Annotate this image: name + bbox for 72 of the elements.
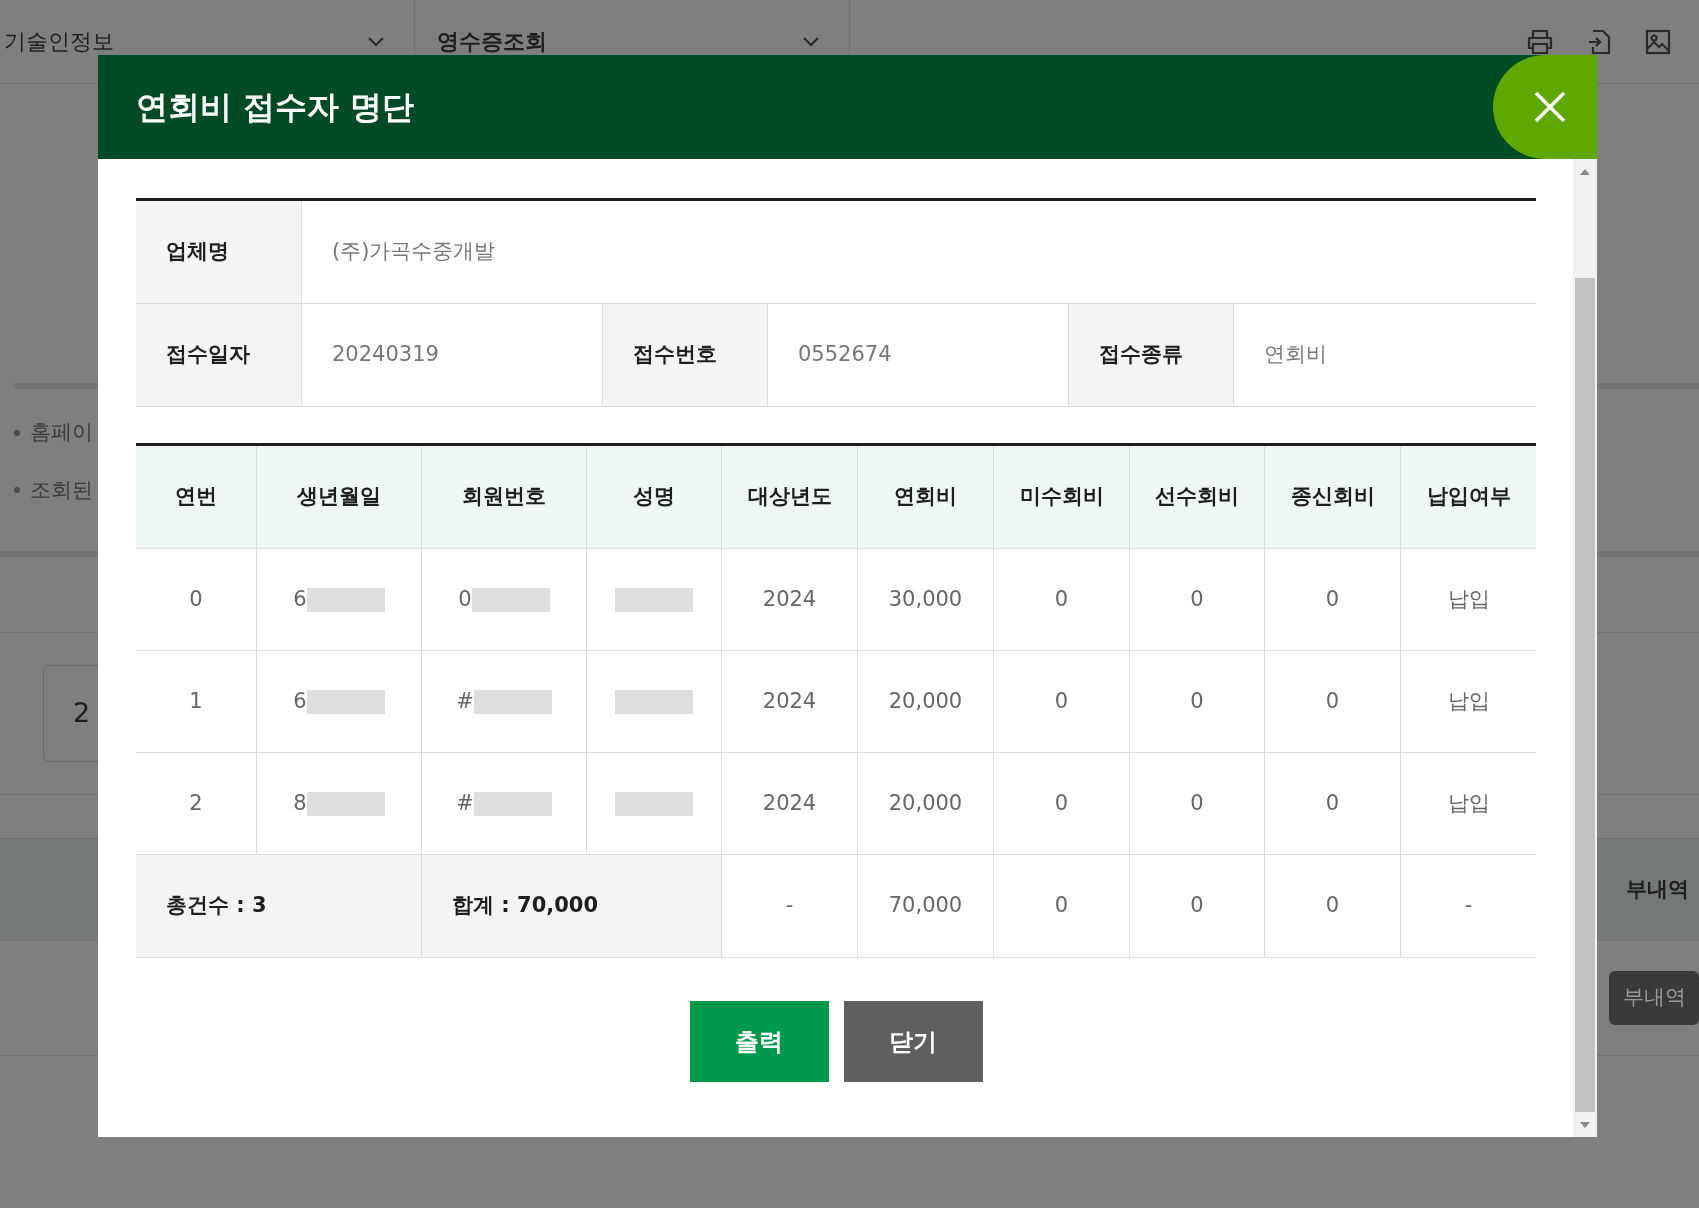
column-header: 생년월일	[256, 446, 421, 548]
table-cell: 2024	[721, 651, 857, 752]
column-header: 연회비	[857, 446, 993, 548]
chevron-down-icon	[803, 36, 819, 47]
column-header: 부내역	[1626, 875, 1689, 903]
table-cell: 합계 : 70,000	[421, 855, 721, 957]
table-cell: 0	[1129, 549, 1264, 650]
table-cell: 총건수 : 3	[136, 855, 421, 957]
scroll-down-icon[interactable]	[1580, 1122, 1590, 1128]
column-header: 대상년도	[721, 446, 857, 548]
table-cell: 30,000	[857, 549, 993, 650]
table-cell: 20,000	[857, 651, 993, 752]
note-text: 조회된	[30, 476, 93, 504]
table-cell: 납입	[1400, 549, 1536, 650]
table-cell: -	[721, 855, 857, 957]
field-value: (주)가곡수중개발	[331, 238, 497, 266]
document-icon[interactable]	[1587, 28, 1611, 55]
bullet-icon	[14, 429, 20, 436]
scroll-up-icon[interactable]	[1580, 169, 1590, 175]
field-value: 0552674	[797, 341, 893, 369]
field-value: 연회비	[1263, 341, 1328, 369]
table-cell: 0	[1264, 549, 1400, 650]
image-icon[interactable]	[1645, 28, 1671, 55]
table-cell: 납입	[1400, 753, 1536, 854]
table-cell-text: 0	[458, 585, 472, 613]
field-label: 접수종류	[1068, 304, 1234, 406]
close-button[interactable]: 닫기	[843, 1001, 983, 1082]
field-value: 20240319	[331, 341, 440, 369]
column-header: 성명	[586, 446, 721, 548]
table-cell: 0	[993, 855, 1129, 957]
table-cell: 70,000	[857, 855, 993, 957]
column-header: 미수회비	[993, 446, 1129, 548]
table-cell: 0	[1264, 855, 1400, 957]
column-header: 연번	[174, 483, 218, 511]
table-cell: 2024	[721, 549, 857, 650]
scrollbar[interactable]	[1573, 159, 1597, 1137]
chevron-down-icon	[368, 36, 384, 47]
column-header: 선수회비	[1129, 446, 1264, 548]
column-header: 회원번호	[421, 446, 586, 548]
table-cell: 0	[1264, 753, 1400, 854]
table-cell-text: 8	[293, 789, 307, 817]
table-cell: 0	[993, 753, 1129, 854]
button[interactable]: 부내역	[1609, 971, 1699, 1025]
table-cell: 0	[993, 549, 1129, 650]
table-cell: -	[1400, 855, 1536, 957]
table-cell: 0	[1129, 753, 1264, 854]
table-cell: 납입	[1400, 651, 1536, 752]
print-button[interactable]: 출력	[689, 1001, 829, 1082]
field-label: 접수번호	[602, 304, 768, 406]
field-label: 접수일자	[136, 304, 302, 406]
table-cell: 0	[993, 651, 1129, 752]
print-icon[interactable]	[1527, 28, 1553, 55]
modal-title: 연회비 접수자 명단	[136, 87, 415, 128]
column-header: 종신회비	[1264, 446, 1400, 548]
table-cell-text: 2	[188, 789, 204, 817]
table-cell: 20,000	[857, 753, 993, 854]
bullet-icon	[14, 487, 20, 494]
table-cell-text: 6	[293, 585, 307, 613]
table-cell-text: 0	[188, 585, 204, 613]
table-cell: 2024	[721, 753, 857, 854]
table-cell-text: #	[456, 687, 474, 715]
table-cell-text: 1	[188, 687, 204, 715]
column-header: 납입여부	[1400, 446, 1536, 548]
table-cell-text: #	[456, 789, 474, 817]
close-button[interactable]	[1493, 55, 1597, 159]
table-cell-text: 6	[293, 687, 307, 715]
table-cell: 0	[1129, 651, 1264, 752]
field-label: 업체명	[136, 201, 302, 303]
table-cell: 0	[1264, 651, 1400, 752]
close-icon	[1534, 91, 1566, 123]
note-text: 홈페이	[30, 419, 93, 446]
table-cell: 0	[1129, 855, 1264, 957]
